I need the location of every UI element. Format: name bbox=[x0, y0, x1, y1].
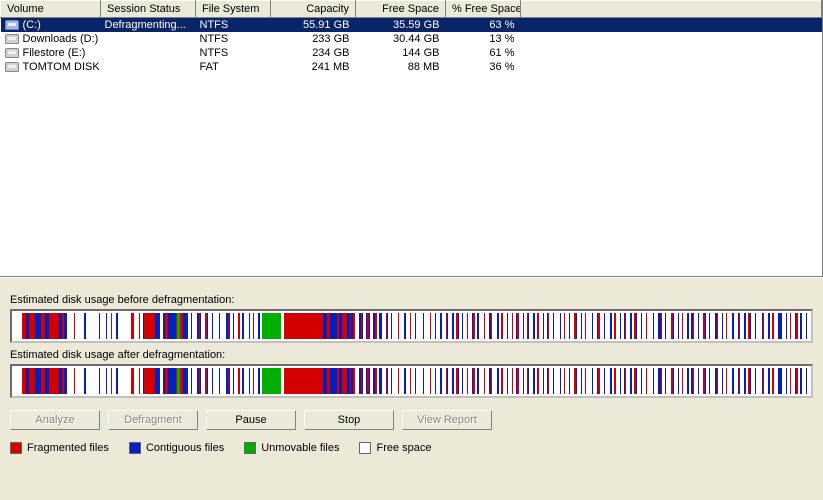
drive-icon bbox=[5, 34, 19, 44]
volume-table: Volume Session Status File System Capaci… bbox=[0, 0, 822, 74]
usage-stripe bbox=[86, 368, 99, 394]
volume-name: Downloads (D:) bbox=[23, 33, 99, 45]
usage-stripe bbox=[284, 313, 324, 339]
volume-status bbox=[101, 60, 196, 74]
usage-stripe bbox=[807, 313, 813, 339]
usage-stripe bbox=[220, 368, 227, 394]
usage-bar-before bbox=[10, 309, 813, 343]
usage-bar-after bbox=[10, 364, 813, 398]
legend-swatch-fragmented-icon bbox=[10, 442, 22, 454]
volume-row[interactable]: Filestore (E:) NTFS234 GB144 GB61 % bbox=[1, 46, 822, 60]
volume-fs: NTFS bbox=[196, 32, 271, 46]
col-header-pct-free[interactable]: % Free Space bbox=[446, 1, 521, 18]
stop-button[interactable]: Stop bbox=[304, 410, 394, 430]
usage-stripe bbox=[29, 368, 36, 394]
volume-name: (C:) bbox=[23, 19, 41, 31]
volume-pct: 61 % bbox=[446, 46, 521, 60]
volume-status: Defragmenting... bbox=[101, 18, 196, 33]
drive-icon bbox=[5, 20, 19, 30]
volume-fs: NTFS bbox=[196, 46, 271, 60]
volume-list-panel: Volume Session Status File System Capaci… bbox=[0, 0, 823, 277]
drive-icon bbox=[5, 62, 19, 72]
usage-stripe bbox=[67, 313, 74, 339]
volume-capacity: 233 GB bbox=[271, 32, 356, 46]
usage-stripe bbox=[49, 368, 60, 394]
legend-unmovable-label: Unmovable files bbox=[261, 442, 339, 454]
legend-swatch-contiguous-icon bbox=[129, 442, 141, 454]
volume-free: 144 GB bbox=[356, 46, 446, 60]
volume-fs: FAT bbox=[196, 60, 271, 74]
usage-stripe bbox=[14, 368, 22, 394]
usage-before-label: Estimated disk usage before defragmentat… bbox=[10, 294, 813, 306]
volume-free: 30.44 GB bbox=[356, 32, 446, 46]
analyze-button[interactable]: Analyze bbox=[10, 410, 100, 430]
volume-free: 88 MB bbox=[356, 60, 446, 74]
col-header-session-status[interactable]: Session Status bbox=[101, 1, 196, 18]
legend-row: Fragmented files Contiguous files Unmova… bbox=[10, 442, 813, 454]
volume-free: 35.59 GB bbox=[356, 18, 446, 33]
defragment-button[interactable]: Defragment bbox=[108, 410, 198, 430]
usage-stripe bbox=[416, 313, 423, 339]
usage-stripe bbox=[330, 368, 337, 394]
usage-stripe bbox=[416, 368, 423, 394]
legend-contiguous: Contiguous files bbox=[129, 442, 224, 454]
col-header-volume[interactable]: Volume bbox=[1, 1, 101, 18]
volume-capacity: 55.91 GB bbox=[271, 18, 356, 33]
volume-row[interactable]: TOMTOM DISK (G:) FAT241 MB88 MB36 % bbox=[1, 60, 822, 74]
usage-stripe bbox=[118, 313, 131, 339]
volume-row[interactable]: Downloads (D:) NTFS233 GB30.44 GB13 % bbox=[1, 32, 822, 46]
usage-stripe bbox=[262, 368, 281, 394]
usage-stripe bbox=[168, 368, 176, 394]
col-header-file-system[interactable]: File System bbox=[196, 1, 271, 18]
usage-after-label: Estimated disk usage after defragmentati… bbox=[10, 349, 813, 361]
legend-free-label: Free space bbox=[376, 442, 431, 454]
usage-stripe bbox=[330, 313, 337, 339]
usage-stripe bbox=[75, 313, 84, 339]
usage-stripe bbox=[262, 313, 281, 339]
usage-stripe bbox=[144, 368, 155, 394]
usage-stripe bbox=[29, 313, 36, 339]
usage-stripe bbox=[168, 313, 176, 339]
column-header-row: Volume Session Status File System Capaci… bbox=[1, 1, 822, 18]
legend-contiguous-label: Contiguous files bbox=[146, 442, 224, 454]
volume-row[interactable]: (C:) Defragmenting...NTFS55.91 GB35.59 GB… bbox=[1, 18, 822, 33]
usage-stripe bbox=[284, 368, 324, 394]
volume-capacity: 234 GB bbox=[271, 46, 356, 60]
usage-stripe bbox=[14, 313, 22, 339]
defrag-bottom-panel: Estimated disk usage before defragmentat… bbox=[0, 277, 823, 500]
usage-stripe bbox=[67, 368, 74, 394]
legend-fragmented-label: Fragmented files bbox=[27, 442, 109, 454]
usage-stripe bbox=[220, 313, 227, 339]
volume-capacity: 241 MB bbox=[271, 60, 356, 74]
volume-name: TOMTOM DISK (G:) bbox=[23, 61, 101, 73]
volume-status bbox=[101, 32, 196, 46]
view-report-button[interactable]: View Report bbox=[402, 410, 492, 430]
usage-stripe bbox=[118, 368, 131, 394]
volume-pct: 36 % bbox=[446, 60, 521, 74]
volume-status bbox=[101, 46, 196, 60]
legend-swatch-unmovable-icon bbox=[244, 442, 256, 454]
legend-fragmented: Fragmented files bbox=[10, 442, 109, 454]
volume-pct: 13 % bbox=[446, 32, 521, 46]
drive-icon bbox=[5, 48, 19, 58]
pause-button[interactable]: Pause bbox=[206, 410, 296, 430]
volume-pct: 63 % bbox=[446, 18, 521, 33]
usage-stripe bbox=[86, 313, 99, 339]
usage-stripe bbox=[144, 313, 155, 339]
usage-stripe bbox=[49, 313, 60, 339]
usage-stripe bbox=[807, 368, 813, 394]
col-header-capacity[interactable]: Capacity bbox=[271, 1, 356, 18]
legend-free: Free space bbox=[359, 442, 431, 454]
volume-name: Filestore (E:) bbox=[23, 47, 86, 59]
usage-stripe bbox=[75, 368, 84, 394]
legend-swatch-free-icon bbox=[359, 442, 371, 454]
action-button-row: Analyze Defragment Pause Stop View Repor… bbox=[10, 410, 813, 430]
col-header-free-space[interactable]: Free Space bbox=[356, 1, 446, 18]
legend-unmovable: Unmovable files bbox=[244, 442, 339, 454]
volume-fs: NTFS bbox=[196, 18, 271, 33]
col-header-spacer bbox=[521, 1, 822, 18]
